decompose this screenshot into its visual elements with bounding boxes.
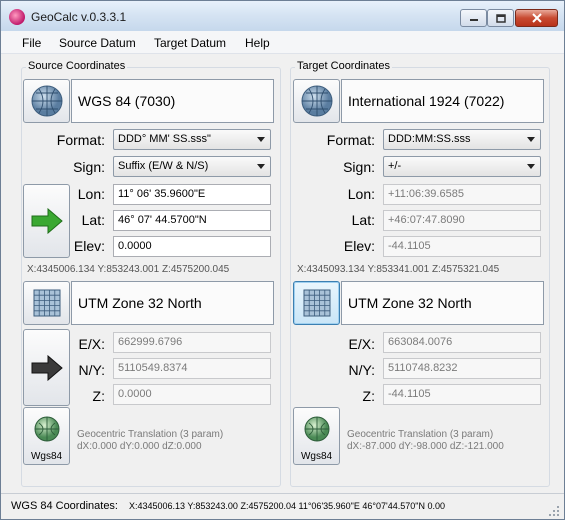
- close-button[interactable]: [515, 9, 558, 27]
- source-e-label: E/X:: [78, 336, 105, 352]
- chevron-down-icon: [257, 137, 265, 142]
- menu-source-datum[interactable]: Source Datum: [59, 36, 136, 50]
- maximize-icon: [495, 13, 506, 23]
- source-z-label: Z:: [92, 388, 105, 404]
- source-transform-params: dX:0.000 dY:0.000 dZ:0.000: [77, 441, 202, 452]
- close-icon: [531, 13, 542, 23]
- target-datum-panel: International 1924 (7022): [341, 79, 544, 123]
- source-ecef-readout: X:4345006.134 Y:853243.001 Z:4575200.045: [27, 264, 230, 275]
- menu-bar: File Source Datum Target Datum Help: [1, 31, 564, 54]
- resize-grip-icon[interactable]: [549, 506, 560, 517]
- source-elev-input[interactable]: 0.0000: [113, 236, 271, 257]
- source-format-value: DDD° MM' SS.sss": [118, 133, 211, 145]
- status-label: WGS 84 Coordinates:: [11, 500, 118, 512]
- source-sign-value: Suffix (E/W & N/S): [118, 160, 209, 172]
- maximize-button[interactable]: [487, 9, 514, 27]
- target-e-label: E/X:: [348, 336, 375, 352]
- target-z-label: Z:: [362, 388, 375, 404]
- target-lon-input[interactable]: +11:06:39.6585: [383, 184, 541, 205]
- target-sign-value: +/-: [388, 160, 402, 172]
- target-projection-button[interactable]: [293, 281, 340, 325]
- target-lat-input[interactable]: +46:07:47.8090: [383, 210, 541, 231]
- target-datum-button[interactable]: [293, 79, 340, 123]
- source-group-title: Source Coordinates: [26, 60, 128, 72]
- target-datum-name: International 1924 (7022): [348, 93, 505, 109]
- window-title: GeoCalc v.0.3.3.1: [31, 10, 127, 24]
- target-z-input[interactable]: -44.1105: [383, 384, 541, 405]
- target-transform-button[interactable]: Wgs84: [293, 407, 340, 465]
- source-datum-name: WGS 84 (7030): [78, 93, 176, 109]
- target-n-input[interactable]: 5110748.8232: [383, 358, 541, 379]
- source-sign-select[interactable]: Suffix (E/W & N/S): [113, 156, 271, 177]
- grid-icon: [303, 289, 330, 317]
- globe-icon: [304, 416, 329, 442]
- grid-icon: [33, 289, 60, 317]
- target-projection-panel: UTM Zone 32 North: [341, 281, 544, 325]
- chevron-down-icon: [257, 164, 265, 169]
- menu-file[interactable]: File: [22, 36, 41, 50]
- source-sign-label: Sign:: [73, 159, 105, 175]
- target-format-label: Format:: [326, 132, 375, 148]
- source-projection-name: UTM Zone 32 North: [78, 295, 202, 311]
- source-projection-panel: UTM Zone 32 North: [71, 281, 274, 325]
- source-lon-input[interactable]: 11° 06' 35.9600"E: [113, 184, 271, 205]
- target-lat-label: Lat:: [351, 212, 375, 228]
- source-format-label: Format:: [56, 132, 105, 148]
- source-format-select[interactable]: DDD° MM' SS.sss": [113, 129, 271, 150]
- target-sign-label: Sign:: [343, 159, 375, 175]
- source-transform-button[interactable]: Wgs84: [23, 407, 70, 465]
- source-n-input[interactable]: 5110549.8374: [113, 358, 271, 379]
- target-format-select[interactable]: DDD:MM:SS.sss: [383, 129, 541, 150]
- minimize-icon: [469, 19, 478, 21]
- target-transform-caption: Wgs84: [300, 451, 333, 462]
- globe-grid-icon: [31, 85, 62, 117]
- source-transform-method: Geocentric Translation (3 param): [77, 429, 224, 440]
- chevron-down-icon: [527, 137, 535, 142]
- app-icon: [9, 9, 25, 25]
- target-e-input[interactable]: 663084.0076: [383, 332, 541, 353]
- source-datum-panel: WGS 84 (7030): [71, 79, 274, 123]
- menu-target-datum[interactable]: Target Datum: [154, 36, 226, 50]
- target-lon-label: Lon:: [347, 186, 375, 202]
- chevron-down-icon: [527, 164, 535, 169]
- source-lon-label: Lon:: [77, 186, 105, 202]
- title-bar[interactable]: GeoCalc v.0.3.3.1: [1, 1, 564, 31]
- target-n-label: N/Y:: [348, 362, 375, 378]
- source-transform-caption: Wgs84: [30, 451, 63, 462]
- source-n-label: N/Y:: [78, 362, 105, 378]
- target-transform-params: dX:-87.000 dY:-98.000 dZ:-121.000: [347, 441, 504, 452]
- target-elev-label: Elev:: [343, 238, 375, 254]
- status-value: X:4345006.13 Y:853243.00 Z:4575200.04 11…: [129, 501, 445, 511]
- minimize-button[interactable]: [460, 9, 487, 27]
- menu-help[interactable]: Help: [245, 36, 270, 50]
- status-bar: WGS 84 Coordinates: X:4345006.13 Y:85324…: [1, 493, 564, 519]
- target-format-value: DDD:MM:SS.sss: [388, 133, 471, 145]
- target-projection-name: UTM Zone 32 North: [348, 295, 472, 311]
- source-datum-button[interactable]: [23, 79, 70, 123]
- source-lat-input[interactable]: 46° 07' 44.5700"N: [113, 210, 271, 231]
- source-lat-label: Lat:: [81, 212, 105, 228]
- target-transform-method: Geocentric Translation (3 param): [347, 429, 494, 440]
- source-projection-button[interactable]: [23, 281, 70, 325]
- source-elev-label: Elev:: [73, 238, 105, 254]
- target-sign-select[interactable]: +/-: [383, 156, 541, 177]
- app-window: GeoCalc v.0.3.3.1 File Source Datum Targ…: [0, 0, 565, 520]
- target-elev-input[interactable]: -44.1105: [383, 236, 541, 257]
- source-z-input[interactable]: 0.0000: [113, 384, 271, 405]
- globe-icon: [34, 416, 59, 442]
- target-ecef-readout: X:4345093.134 Y:853341.001 Z:4575321.045: [297, 264, 500, 275]
- source-e-input[interactable]: 662999.6796: [113, 332, 271, 353]
- target-group-title: Target Coordinates: [295, 60, 392, 72]
- globe-grid-icon: [301, 85, 332, 117]
